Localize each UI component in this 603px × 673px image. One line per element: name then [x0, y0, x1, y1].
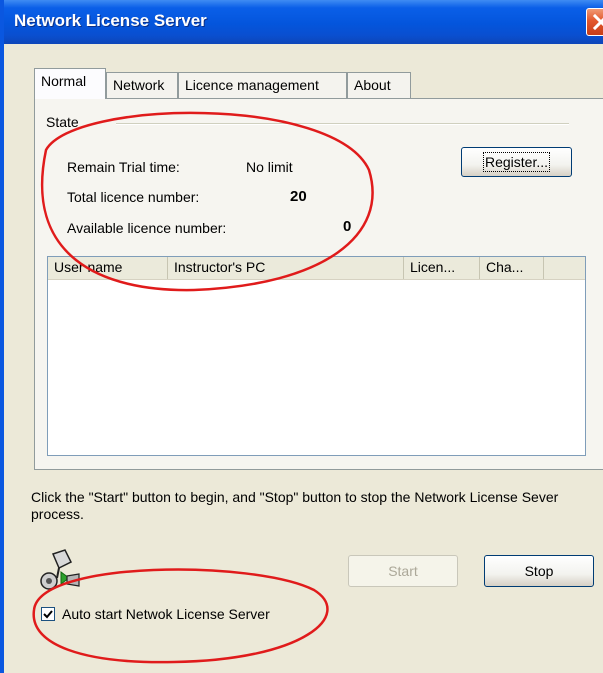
tab-normal-label: Normal — [41, 73, 87, 89]
total-licence-value: 20 — [290, 188, 307, 205]
register-button-label: Register... — [482, 152, 551, 172]
start-button-label: Start — [388, 563, 418, 579]
licence-users-table[interactable]: User name Instructor's PC Licen... Cha..… — [47, 256, 586, 456]
tab-about-label: About — [354, 77, 391, 93]
server-camera-icon — [40, 549, 80, 590]
window-title: Network License Server — [14, 11, 207, 30]
instructions-text: Click the "Start" button to begin, and "… — [31, 489, 559, 522]
autostart-label[interactable]: Auto start Netwok License Server — [62, 606, 270, 622]
title-bar[interactable]: Network License Server — [4, 0, 603, 44]
start-button[interactable]: Start — [348, 555, 458, 587]
column-instructors-pc-label: Instructor's PC — [174, 259, 266, 275]
state-group-label: State — [46, 114, 79, 130]
close-icon — [592, 13, 603, 31]
column-header-user-name[interactable]: User name — [48, 257, 168, 279]
remain-trial-value: No limit — [246, 159, 293, 175]
column-header-licence[interactable]: Licen... — [404, 257, 480, 279]
column-user-name-label: User name — [54, 259, 123, 275]
tab-network-label: Network — [113, 77, 165, 93]
tab-licence-management[interactable]: Licence management — [178, 72, 347, 98]
column-channel-label: Cha... — [486, 259, 524, 275]
total-licence-label: Total licence number: — [67, 189, 200, 205]
tab-licence-management-label: Licence management — [185, 77, 319, 93]
stop-button[interactable]: Stop — [484, 555, 594, 587]
state-group-divider — [116, 123, 569, 125]
available-licence-value: 0 — [343, 218, 352, 235]
column-header-instructors-pc[interactable]: Instructor's PC — [168, 257, 404, 279]
stop-button-label: Stop — [524, 563, 554, 579]
checkmark-icon — [43, 610, 53, 619]
remain-trial-label: Remain Trial time: — [67, 159, 180, 175]
tab-network[interactable]: Network — [106, 72, 178, 98]
tab-about[interactable]: About — [347, 72, 411, 98]
tab-normal[interactable]: Normal — [34, 68, 106, 99]
column-licence-label: Licen... — [410, 259, 456, 275]
app-window: Network License Server Normal Network Li… — [0, 0, 603, 673]
autostart-checkbox[interactable] — [41, 607, 55, 621]
table-header: User name Instructor's PC Licen... Cha..… — [48, 257, 585, 280]
register-button[interactable]: Register... — [461, 147, 572, 177]
close-button[interactable] — [586, 8, 603, 36]
column-header-channel[interactable]: Cha... — [480, 257, 544, 279]
available-licence-label: Available licence number: — [67, 220, 227, 236]
